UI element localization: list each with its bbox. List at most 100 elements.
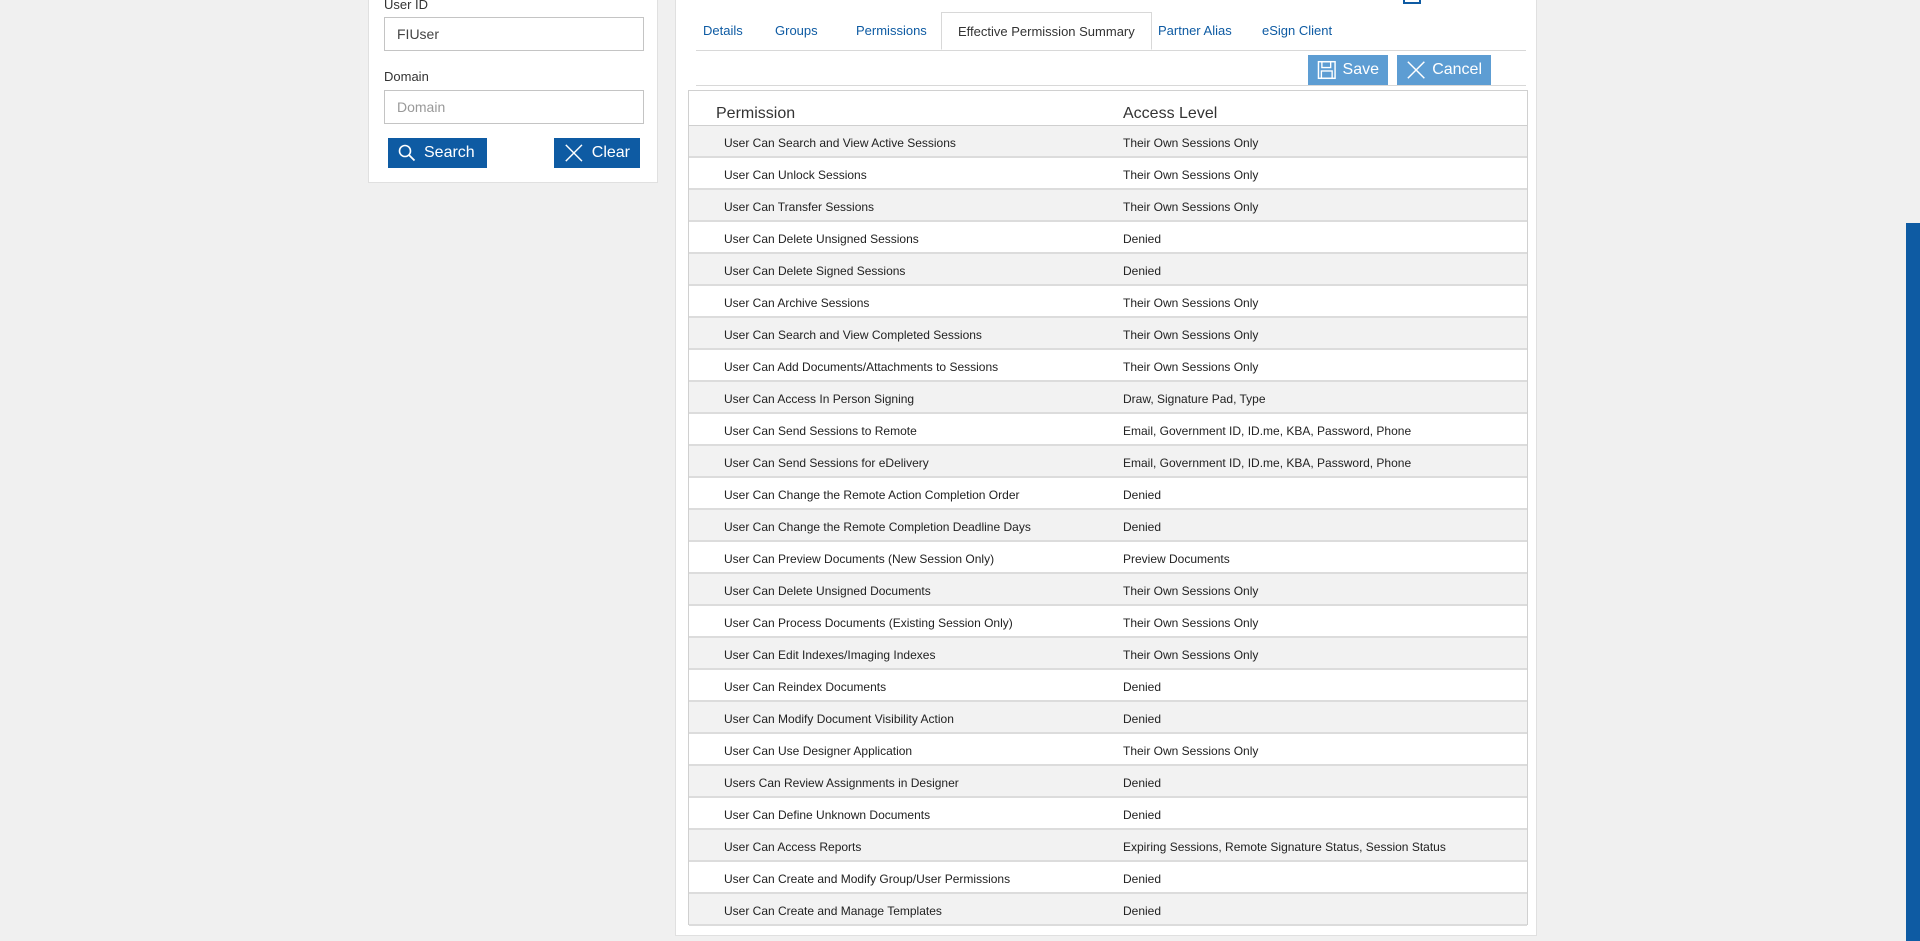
table-row: User Can Change the Remote Action Comple… (689, 478, 1527, 510)
domain-input[interactable] (384, 90, 644, 124)
table-row: User Can Define Unknown Documents Denied (689, 798, 1527, 830)
permission-cell: User Can Modify Document Visibility Acti… (724, 712, 954, 726)
user-detail-panel: Details Groups Permissions Effective Per… (675, 0, 1537, 936)
table-row: User Can Edit Indexes/Imaging Indexes The… (689, 638, 1527, 670)
permission-cell: User Can Access Reports (724, 840, 862, 854)
table-row: User Can Send Sessions for eDelivery Emai… (689, 446, 1527, 478)
tab-esign-client[interactable]: eSign Client (1246, 12, 1348, 50)
table-row: User Can Search and View Completed Sessi… (689, 318, 1527, 350)
table-row: User Can Unlock Sessions Their Own Sessio… (689, 158, 1527, 190)
table-row: User Can Access Reports Expiring Sessions… (689, 830, 1527, 862)
table-row: User Can Create and Manage Templates Deni… (689, 894, 1527, 926)
permission-cell: User Can Define Unknown Documents (724, 808, 931, 822)
permission-cell: User Can Unlock Sessions (724, 168, 867, 182)
table-row: User Can Send Sessions to Remote Email, G… (689, 414, 1527, 446)
permission-cell: User Can Delete Signed Sessions (724, 264, 906, 278)
access-level-cell: Denied (1123, 808, 1162, 822)
close-icon (565, 144, 583, 162)
tab-effective-permission-summary[interactable]: Effective Permission Summary (941, 12, 1152, 50)
access-level-cell: Their Own Sessions Only (1123, 200, 1259, 214)
permission-cell: User Can Preview Documents (New Session … (724, 552, 995, 566)
table-row: User Can Delete Unsigned Documents Their … (689, 574, 1527, 606)
access-level-cell: Preview Documents (1123, 552, 1230, 566)
table-row: User Can Process Documents (Existing Ses… (689, 606, 1527, 638)
access-level-cell: Denied (1123, 712, 1162, 726)
domain-label: Domain (384, 69, 429, 84)
table-header: Permission Access Level (689, 91, 1527, 126)
table-body: User Can Search and View Active Sessions… (689, 126, 1527, 926)
table-row: User Can Delete Signed Sessions Denied (689, 254, 1527, 286)
table-row: User Can Modify Document Visibility Acti… (689, 702, 1527, 734)
table-row: Users Can Review Assignments in Designer… (689, 766, 1527, 798)
clear-button-label: Clear (591, 144, 630, 161)
user-id-input[interactable] (384, 17, 644, 51)
access-level-cell: Their Own Sessions Only (1123, 328, 1259, 342)
cancel-button[interactable]: Cancel (1397, 55, 1491, 85)
table-row: User Can Change the Remote Completion De… (689, 510, 1527, 542)
permission-cell: Users Can Review Assignments in Designer (724, 776, 959, 790)
permission-cell: User Can Use Designer Application (724, 744, 913, 758)
access-level-cell: Denied (1123, 488, 1162, 502)
tab-groups[interactable]: Groups (759, 12, 834, 50)
table-row: User Can Archive Sessions Their Own Sessi… (689, 286, 1527, 318)
user-search-panel: User ID Domain Search Clear (368, 0, 658, 183)
permission-cell: User Can Search and View Active Sessions (724, 136, 956, 150)
access-level-column-header: Access Level (1123, 105, 1218, 122)
access-level-cell: Draw, Signature Pad, Type (1123, 392, 1266, 406)
search-button[interactable]: Search (388, 138, 487, 168)
permission-cell: User Can Edit Indexes/Imaging Indexes (724, 648, 936, 662)
cancel-button-label: Cancel (1432, 61, 1482, 78)
save-button[interactable]: Save (1308, 55, 1388, 85)
access-level-cell: Email, Government ID, ID.me, KBA, Passwo… (1123, 456, 1412, 470)
access-level-cell: Their Own Sessions Only (1123, 136, 1259, 150)
search-icon (398, 144, 416, 162)
access-level-cell: Their Own Sessions Only (1123, 168, 1259, 182)
permission-cell: User Can Send Sessions for eDelivery (724, 456, 929, 470)
permission-cell: User Can Delete Unsigned Sessions (724, 232, 919, 246)
access-level-cell: Their Own Sessions Only (1123, 296, 1259, 310)
permission-cell: User Can Archive Sessions (724, 296, 870, 310)
close-icon (1407, 61, 1425, 79)
scrollbar[interactable] (1906, 223, 1920, 941)
access-level-cell: Their Own Sessions Only (1123, 648, 1259, 662)
table-row: User Can Delete Unsigned Sessions Denied (689, 222, 1527, 254)
access-level-cell: Denied (1123, 904, 1162, 918)
access-level-cell: Their Own Sessions Only (1123, 360, 1259, 374)
tab-partner-alias[interactable]: Partner Alias (1142, 12, 1248, 50)
access-level-cell: Their Own Sessions Only (1123, 584, 1259, 598)
access-level-cell: Denied (1123, 232, 1162, 246)
table-row: User Can Create and Modify Group/User Pe… (689, 862, 1527, 894)
permission-cell: User Can Process Documents (Existing Ses… (724, 616, 1013, 630)
access-level-cell: Their Own Sessions Only (1123, 616, 1259, 630)
access-level-cell: Expiring Sessions, Remote Signature Stat… (1123, 840, 1446, 854)
user-id-label: User ID (384, 0, 429, 12)
access-level-cell: Denied (1123, 872, 1162, 886)
effective-permission-table: Permission Access Level User Can Search … (688, 90, 1528, 926)
tab-details[interactable]: Details (687, 12, 759, 50)
table-row: User Can Transfer Sessions Their Own Sess… (689, 190, 1527, 222)
access-level-cell: Denied (1123, 520, 1162, 534)
save-icon (1317, 60, 1336, 80)
document-icon[interactable] (1403, 0, 1421, 4)
permission-cell: User Can Change the Remote Completion De… (724, 520, 1031, 534)
permission-cell: User Can Delete Unsigned Documents (724, 584, 931, 598)
access-level-cell: Denied (1123, 264, 1162, 278)
permission-cell: User Can Send Sessions to Remote (724, 424, 917, 438)
table-row: User Can Use Designer Application Their O… (689, 734, 1527, 766)
tab-permissions[interactable]: Permissions (840, 12, 943, 50)
access-level-cell: Denied (1123, 680, 1162, 694)
save-button-label: Save (1342, 61, 1379, 78)
permission-column-header: Permission (716, 105, 796, 122)
permission-cell: User Can Add Documents/Attachments to Se… (724, 360, 999, 374)
action-divider (696, 85, 1526, 86)
permission-cell: User Can Create and Modify Group/User Pe… (724, 872, 1011, 886)
clear-button[interactable]: Clear (554, 138, 640, 168)
table-row: User Can Preview Documents (New Session … (689, 542, 1527, 574)
permission-cell: User Can Access In Person Signing (724, 392, 915, 406)
permission-cell: User Can Change the Remote Action Comple… (724, 488, 1020, 502)
table-row: User Can Access In Person Signing Draw, S… (689, 382, 1527, 414)
permission-cell: User Can Reindex Documents (724, 680, 887, 694)
access-level-cell: Email, Government ID, ID.me, KBA, Passwo… (1123, 424, 1412, 438)
search-button-label: Search (424, 144, 475, 161)
access-level-cell: Their Own Sessions Only (1123, 744, 1259, 758)
